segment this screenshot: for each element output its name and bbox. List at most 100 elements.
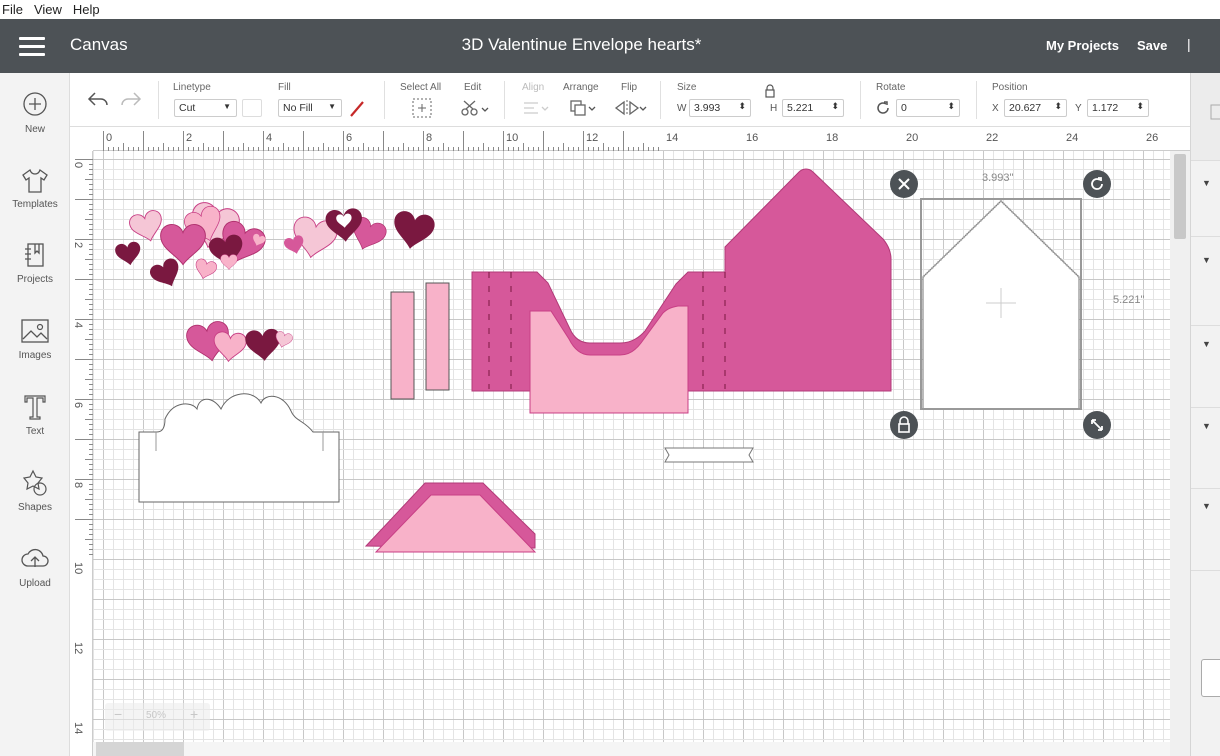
toolbar-divider	[504, 81, 505, 119]
stepper-icon[interactable]: ⬍	[1054, 101, 1062, 112]
sidebar-item-images[interactable]: Images	[0, 317, 70, 361]
sidebar-item-label: Text	[25, 426, 45, 437]
zoom-out-button[interactable]: −	[114, 706, 122, 722]
position-x-input[interactable]: 20.627 ⬍	[1004, 99, 1067, 117]
toolbar-divider	[660, 81, 661, 119]
envelope-body-piece[interactable]	[471, 168, 892, 414]
ruler-left-label: 0	[72, 162, 84, 168]
x-label: X	[992, 103, 999, 114]
heart-cluster-row[interactable]	[184, 319, 294, 366]
selected-flap-piece[interactable]	[920, 198, 1082, 410]
rotate-input[interactable]: 0 ⬍	[896, 99, 960, 117]
strip-piece-right[interactable]	[425, 282, 450, 391]
rotate-icon	[877, 101, 889, 114]
layer-row[interactable]: ▼	[1191, 408, 1220, 489]
heart-cluster-small[interactable]	[282, 207, 437, 262]
vertical-scroll-thumb[interactable]	[1174, 154, 1186, 239]
label-strip-piece[interactable]	[664, 447, 754, 463]
blank-canvas-button[interactable]	[1201, 659, 1220, 697]
caret-down-icon[interactable]: ▼	[1202, 501, 1211, 511]
project-title: 3D Valentinue Envelope hearts*	[461, 35, 702, 54]
save-button[interactable]: Save	[1137, 38, 1167, 53]
sidebar-item-projects[interactable]: Projects	[0, 241, 70, 285]
size-label: Size	[677, 82, 697, 93]
align-label: Align	[522, 82, 545, 93]
lock-handle-button[interactable]	[890, 411, 918, 439]
delete-selection-button[interactable]	[890, 170, 918, 198]
ruler-left-label: 12	[72, 642, 84, 654]
toolbar-divider	[860, 81, 861, 119]
toolbar-divider	[384, 81, 385, 119]
group-icon[interactable]	[1209, 103, 1220, 121]
fill-select[interactable]: No Fill ▼	[278, 99, 342, 117]
sidebar-item-new[interactable]: New	[0, 91, 70, 135]
heart-cluster-large[interactable]	[114, 199, 269, 293]
rotate-value: 0	[901, 102, 907, 114]
layer-row[interactable]: ▼	[1191, 326, 1220, 408]
horizontal-scroll-thumb[interactable]	[96, 742, 184, 756]
ruler-top-label: 22	[986, 132, 998, 144]
edit-toolbar: Linetype Cut ▼ Fill No Fill ▼ Select All E…	[70, 73, 1190, 127]
zoom-in-button[interactable]: +	[190, 706, 198, 722]
sidebar-item-label: Shapes	[18, 502, 52, 513]
vertical-scrollbar[interactable]	[1170, 151, 1190, 756]
caret-down-icon[interactable]: ▼	[1202, 255, 1211, 265]
layer-row[interactable]: ▼	[1191, 237, 1220, 326]
trapezoid-piece[interactable]	[364, 482, 537, 553]
rotate-label: Rotate	[876, 82, 906, 93]
close-icon	[898, 178, 910, 190]
sidebar-item-label: Projects	[16, 274, 54, 285]
resize-handle-button[interactable]	[1083, 411, 1111, 439]
stepper-icon[interactable]: ⬍	[738, 101, 746, 112]
flip-icon[interactable]	[613, 98, 647, 118]
position-label: Position	[992, 82, 1028, 93]
resize-arrows-icon	[1091, 419, 1103, 431]
layer-row[interactable]: ▼	[1191, 489, 1220, 571]
no-fill-swatch-icon[interactable]	[347, 99, 367, 119]
sidebar-item-shapes[interactable]: Shapes	[0, 469, 70, 513]
undo-icon[interactable]	[86, 89, 110, 109]
rotate-handle-button[interactable]	[1083, 170, 1111, 198]
ruler-top-label: 8	[426, 132, 432, 144]
scalloped-box-piece[interactable]	[138, 393, 340, 503]
scissors-edit-icon[interactable]	[459, 98, 491, 118]
ruler-top-label: 4	[266, 132, 272, 144]
linetype-swatch[interactable]	[242, 99, 262, 117]
layer-row[interactable]: ▼	[1191, 161, 1220, 237]
height-value: 5.221	[787, 102, 814, 114]
stepper-icon[interactable]: ⬍	[947, 101, 955, 112]
menu-view[interactable]: View	[34, 2, 62, 17]
menu-file[interactable]: File	[2, 2, 23, 17]
stepper-icon[interactable]: ⬍	[831, 101, 839, 112]
height-input[interactable]: 5.221 ⬍	[782, 99, 844, 117]
ruler-top-label: 2	[186, 132, 192, 144]
strip-piece-left[interactable]	[390, 291, 415, 400]
ruler-top-label: 0	[106, 132, 112, 144]
horizontal-scrollbar[interactable]	[93, 742, 1170, 756]
redo-icon[interactable]	[119, 89, 143, 109]
position-y-input[interactable]: 1.172 ⬍	[1087, 99, 1149, 117]
sidebar-item-text[interactable]: Text	[0, 393, 70, 437]
width-input[interactable]: 3.993 ⬍	[689, 99, 751, 117]
caret-down-icon[interactable]: ▼	[1202, 178, 1211, 188]
ruler-top-label: 24	[1066, 132, 1078, 144]
sidebar-item-templates[interactable]: Templates	[0, 166, 70, 210]
design-canvas[interactable]: 3.993" 5.221"	[93, 151, 1170, 756]
align-icon[interactable]	[522, 100, 550, 118]
linetype-select[interactable]: Cut ▼	[174, 99, 237, 117]
design-space-app: File View Help Canvas 3D Valentinue Enve…	[0, 0, 1220, 756]
flip-label: Flip	[621, 82, 638, 93]
ruler-top-label: 26	[1146, 132, 1158, 144]
caret-down-icon[interactable]: ▼	[1202, 339, 1211, 349]
projects-icon	[25, 243, 44, 267]
stepper-icon[interactable]: ⬍	[1136, 101, 1144, 112]
my-projects-button[interactable]: My Projects	[1046, 38, 1119, 53]
arrange-icon[interactable]	[568, 98, 598, 118]
sidebar-item-upload[interactable]: Upload	[0, 545, 70, 589]
ruler-top-ticks: 0 2 4 6 8 10 12 14 16 18 20 22 24 26	[103, 131, 1158, 151]
lock-aspect-icon[interactable]	[763, 84, 777, 98]
select-all-icon[interactable]	[411, 97, 433, 119]
menu-help[interactable]: Help	[73, 2, 100, 17]
caret-down-icon[interactable]: ▼	[1202, 421, 1211, 431]
ruler-top-label: 14	[666, 132, 678, 144]
